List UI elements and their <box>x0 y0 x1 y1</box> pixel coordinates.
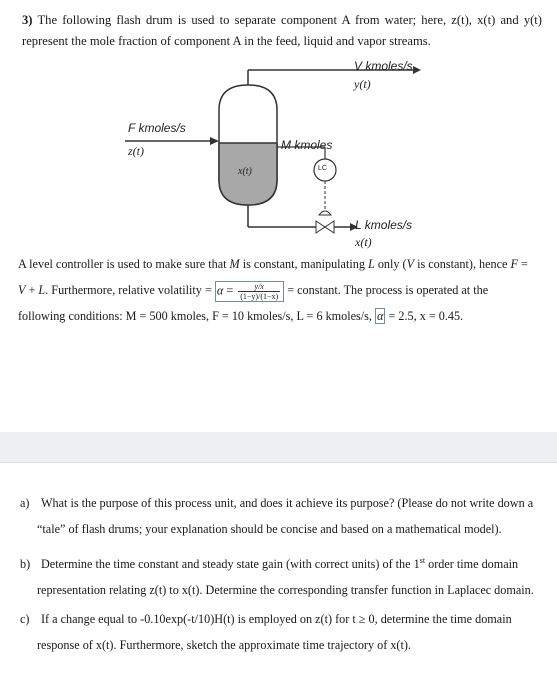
feed-arrow-icon <box>210 137 219 145</box>
question-c: c) If a change equal to -0.10exp(-t/10)H(… <box>20 606 542 658</box>
problem-intro: 3) The following flash drum is used to s… <box>22 10 542 52</box>
vapor-flow-label: V kmoles/s <box>354 59 413 73</box>
problem-page: 3) The following flash drum is used to s… <box>0 0 557 332</box>
control-valve-icon <box>315 220 326 234</box>
feed-flow-label: F kmoles/s <box>128 121 186 135</box>
drum-liquid-comp-label: x(t) <box>238 166 252 177</box>
vapor-arrow-icon <box>413 66 421 74</box>
volatility-equation: α = y/x (1−y)/(1−x) <box>214 280 285 302</box>
flash-drum-svg <box>125 66 421 234</box>
question-a-label: a) <box>20 496 30 510</box>
liquid-comp-label: x(t) <box>355 235 372 249</box>
valve-actuator-icon <box>317 210 333 216</box>
holdup-label: M kmoles <box>281 138 333 152</box>
flash-drum-diagram: V kmoles/s y(t) F kmoles/s z(t) M kmoles… <box>0 55 557 250</box>
liquid-flow-label: L kmoles/s <box>355 218 413 232</box>
process-description: A level controller is used to make sure … <box>18 257 528 324</box>
problem-intro-text: The following flash drum is used to sepa… <box>22 13 543 48</box>
alpha-symbol: α <box>375 308 386 324</box>
question-b-label: b) <box>20 557 31 572</box>
controller-label: LC <box>318 165 327 172</box>
question-c-label: c) <box>20 612 30 626</box>
question-a: a) What is the purpose of this process un… <box>20 490 542 542</box>
question-b: b) Determine the time constant and steady… <box>20 548 542 603</box>
vapor-comp-label: y(t) <box>354 77 371 91</box>
feed-comp-label: z(t) <box>128 144 144 158</box>
volatility-fraction: y/x (1−y)/(1−x) <box>238 281 281 301</box>
separator-line <box>0 462 557 463</box>
problem-number: 3) <box>22 13 33 27</box>
section-separator <box>0 432 557 462</box>
